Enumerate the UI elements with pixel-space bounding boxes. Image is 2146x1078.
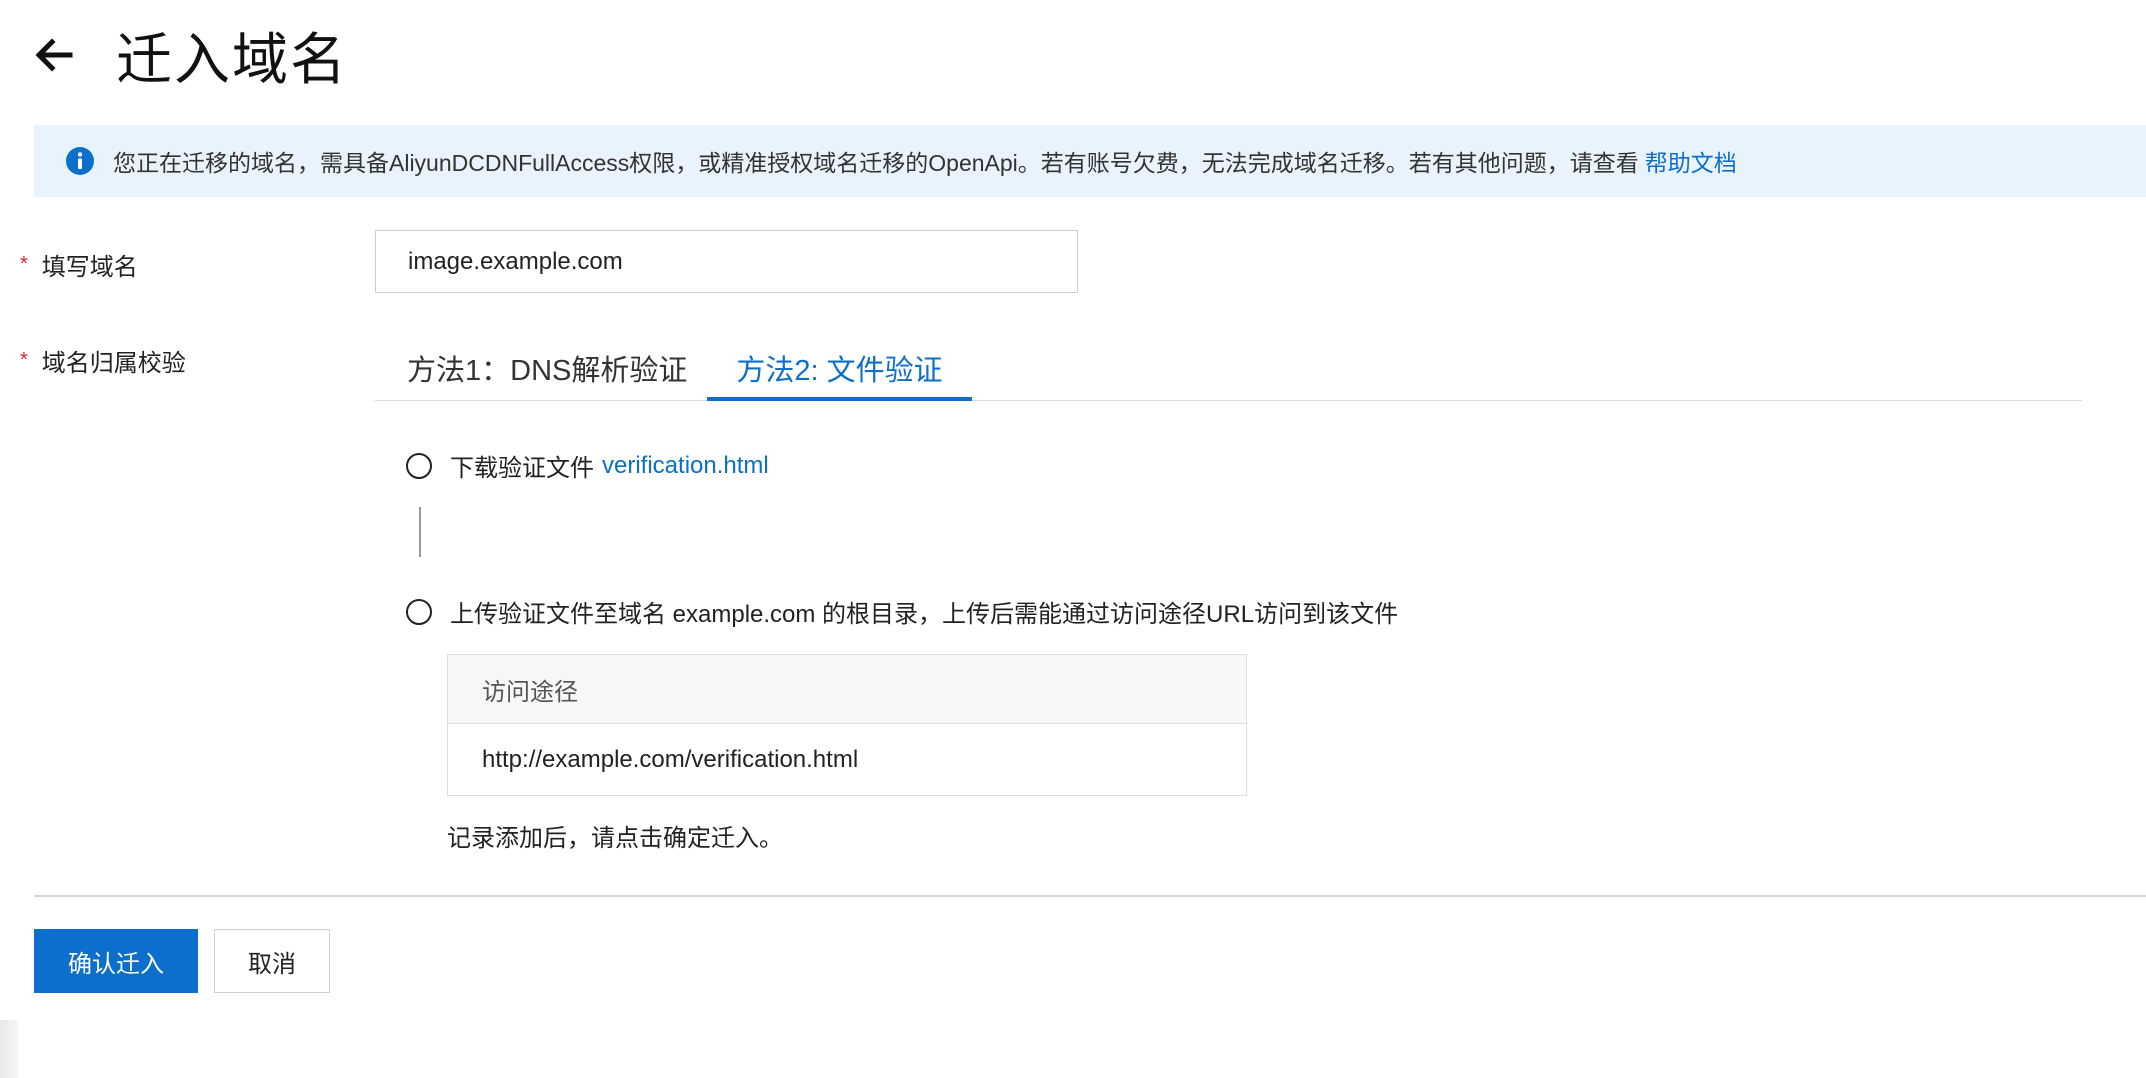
- back-arrow-icon[interactable]: [30, 31, 78, 79]
- verification-file-link[interactable]: verification.html: [602, 452, 769, 480]
- domain-label-text: 填写域名: [41, 254, 138, 281]
- step-download: 下载验证文件 verification.html: [406, 448, 769, 483]
- required-mark: *: [20, 253, 28, 275]
- info-icon: [66, 147, 94, 175]
- step-upload-text: 上传验证文件至域名 example.com 的根目录，上传后需能通过访问途径UR…: [450, 601, 1399, 628]
- footer-divider: [34, 895, 2146, 897]
- hint-text: 记录添加后，请点击确定迁入。: [447, 825, 783, 852]
- cancel-button[interactable]: 取消: [214, 929, 330, 993]
- required-mark: *: [20, 349, 28, 371]
- access-path-value: http://example.com/verification.html: [482, 745, 859, 773]
- access-path-table: 访问途径 http://example.com/verification.htm…: [447, 654, 1247, 796]
- step-upload: 上传验证文件至域名 example.com 的根目录，上传后需能通过访问途径UR…: [406, 594, 1398, 629]
- notice-text: 您正在迁移的域名，需具备AliyunDCDNFullAccess权限，或精准授权…: [113, 150, 1639, 176]
- corner-shadow: [0, 1020, 18, 1078]
- page-header: 迁入域名: [30, 10, 348, 100]
- tab-file-verification[interactable]: 方法2: 文件验证: [707, 335, 972, 401]
- help-doc-link[interactable]: 帮助文档: [1645, 144, 1737, 178]
- confirm-migrate-button[interactable]: 确认迁入: [34, 929, 198, 993]
- step-download-text: 下载验证文件: [450, 455, 594, 482]
- access-path-header: 访问途径: [448, 655, 1246, 724]
- domain-input[interactable]: [375, 230, 1078, 293]
- page-title: 迁入域名: [116, 27, 348, 91]
- verify-field-label: * 域名归属校验: [20, 343, 186, 378]
- step-circle-icon: [406, 598, 432, 625]
- domain-field-label: * 填写域名: [20, 247, 138, 282]
- step-connector: [419, 507, 421, 557]
- step-circle-icon: [406, 452, 432, 479]
- verify-method-tabs: 方法1：DNS解析验证 方法2: 文件验证: [375, 335, 2082, 401]
- verify-label-text: 域名归属校验: [41, 350, 186, 377]
- notice-banner: 您正在迁移的域名，需具备AliyunDCDNFullAccess权限，或精准授权…: [34, 125, 2146, 197]
- tab-dns-verification[interactable]: 方法1：DNS解析验证: [407, 335, 687, 400]
